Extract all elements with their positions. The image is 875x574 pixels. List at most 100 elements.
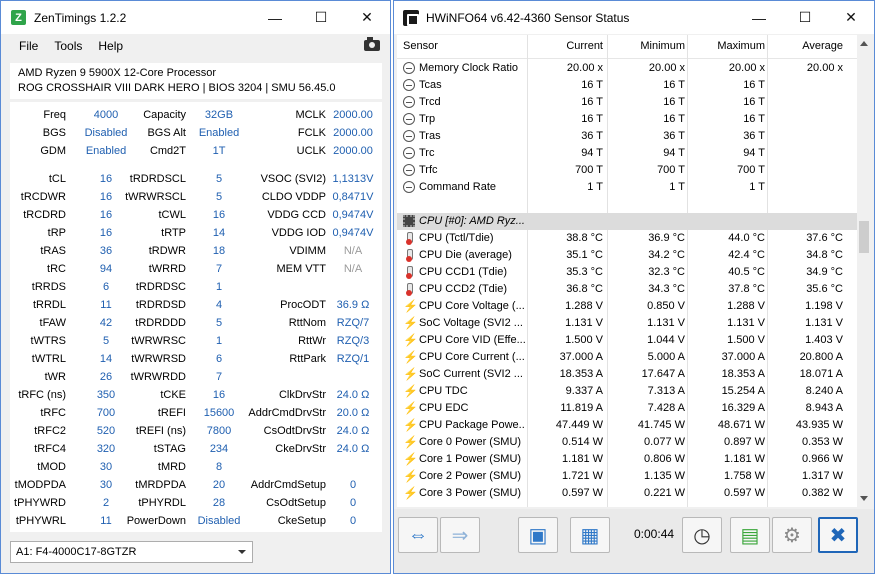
table-row[interactable]: ⚡ SoC Current (SVI2 ... 18.353 A 17.647 A 18… — [397, 366, 857, 383]
sensor-max: 16 T — [743, 79, 765, 91]
collapse-arrows-icon[interactable]: ⇒ — [440, 517, 480, 553]
sensor-name: SoC Current (SVI2 ... — [419, 368, 523, 380]
table-row[interactable]: ⚡ Core 2 Power (SMU) 1.721 W 1.135 W 1.758 W… — [397, 468, 857, 485]
table-row[interactable]: ⚡ CPU EDC 11.819 A 7.428 A 16.329 A 8.943 A — [397, 400, 857, 417]
col-average[interactable]: Average — [769, 40, 843, 52]
table-row[interactable]: Trp 16 T 16 T 16 T — [397, 111, 857, 128]
sensor-name: Trp — [419, 113, 436, 125]
timing-value: 2000.00 — [333, 145, 373, 157]
close-icon[interactable]: ✕ — [344, 1, 390, 34]
zentimings-titlebar[interactable]: Z ZenTimings 1.2.2 — ☐ ✕ — [1, 1, 390, 34]
col-current[interactable]: Current — [529, 40, 603, 52]
timing-label: tRRDL — [32, 299, 66, 311]
monitor-icon[interactable]: ▣ — [518, 517, 558, 553]
menu-file[interactable]: File — [11, 39, 46, 53]
vertical-scrollbar[interactable] — [857, 35, 871, 507]
menu-tools[interactable]: Tools — [46, 39, 90, 53]
sensor-name: Memory Clock Ratio — [419, 62, 519, 74]
network-icon[interactable]: ▦ — [570, 517, 610, 553]
table-row[interactable]: CPU (Tctl/Tdie) 38.8 °C 36.9 °C 44.0 °C 37.6… — [397, 230, 857, 247]
table-row[interactable]: ⚡ CPU Package Powe... 47.449 W 41.745 W 48.6… — [397, 417, 857, 434]
clock-icon[interactable]: ◷ — [682, 517, 722, 553]
expand-arrows-icon[interactable]: ⇔ — [398, 517, 438, 553]
table-row[interactable]: Tcas 16 T 16 T 16 T — [397, 77, 857, 94]
timing-label: tPHYWRD — [14, 497, 66, 509]
maximize-icon[interactable]: ☐ — [298, 1, 344, 34]
sensor-table: Sensor Current Minimum Maximum Average M… — [397, 35, 857, 507]
hwinfo-titlebar[interactable]: HWiNFO64 v6.42-4360 Sensor Status — ☐ ✕ — [394, 1, 874, 34]
table-row[interactable]: Trc 94 T 94 T 94 T — [397, 145, 857, 162]
lightning-bolt-icon: ⚡ — [403, 333, 418, 347]
timing-value: RZQ/3 — [336, 335, 370, 347]
maximize-icon[interactable]: ☐ — [782, 1, 828, 34]
table-row[interactable]: ⚡ CPU TDC 9.337 A 7.313 A 15.254 A 8.240 A — [397, 383, 857, 400]
sensor-name: CPU [#0]: AMD Ryz... — [419, 215, 525, 227]
timing-value: 0,9474V — [332, 209, 374, 221]
timing-label: CsOdtSetup — [266, 497, 326, 509]
window-title: HWiNFO64 v6.42-4360 Sensor Status — [426, 10, 630, 25]
close-icon[interactable]: ✕ — [828, 1, 874, 34]
minimize-icon[interactable]: — — [252, 1, 298, 34]
minimize-icon[interactable]: — — [736, 1, 782, 34]
timing-label: AddrCmdSetup — [250, 479, 326, 491]
timing-label: tMOD — [37, 461, 66, 473]
report-icon[interactable]: ▤ — [730, 517, 770, 553]
table-row[interactable]: ⚡ SoC Voltage (SVI2 ... 1.131 V 1.131 V 1.13… — [397, 315, 857, 332]
table-row[interactable] — [397, 196, 857, 213]
sensor-cur: 35.3 °C — [566, 266, 603, 278]
sensor-max: 40.5 °C — [728, 266, 765, 278]
scroll-thumb[interactable] — [859, 221, 869, 253]
timing-label: CLDO VDDP — [261, 191, 326, 203]
sensor-max: 42.4 °C — [728, 249, 765, 261]
table-row[interactable]: Trfc 700 T 700 T 700 T — [397, 162, 857, 179]
sensor-group-header[interactable]: CPU [#0]: AMD Ryz... — [397, 213, 857, 230]
sensor-name: Trcd — [419, 96, 441, 108]
table-row[interactable]: ⚡ Core 1 Power (SMU) 1.181 W 0.806 W 1.181 W… — [397, 451, 857, 468]
table-row[interactable]: CPU CCD2 (Tdie) 36.8 °C 34.3 °C 37.8 °C 35.6… — [397, 281, 857, 298]
timing-value: 20.0 Ω — [336, 407, 370, 419]
sensor-max: 94 T — [743, 147, 765, 159]
col-sensor[interactable]: Sensor — [403, 40, 438, 52]
timing-label: MCLK — [295, 109, 326, 121]
close-icon[interactable]: ✖ — [818, 517, 858, 553]
scroll-down-icon[interactable] — [860, 496, 868, 501]
table-row[interactable]: ⚡ CPU Core VID (Effe... 1.500 V 1.044 V 1.50… — [397, 332, 857, 349]
sensor-avg: 43.935 W — [795, 419, 843, 431]
table-header: Sensor Current Minimum Maximum Average — [397, 35, 857, 59]
timing-label: Freq — [43, 109, 66, 121]
sensor-name: CPU TDC — [419, 385, 468, 397]
camera-icon[interactable] — [364, 37, 380, 51]
table-row[interactable]: ⚡ Core 3 Power (SMU) 0.597 W 0.221 W 0.597 W… — [397, 485, 857, 502]
memory-module-select[interactable]: A1: F4-4000C17-8GTZR — [10, 541, 253, 563]
timing-label: VDDG CCD — [267, 209, 326, 221]
table-row[interactable]: CPU Die (average) 35.1 °C 34.2 °C 42.4 °C 34… — [397, 247, 857, 264]
sensor-max: 16.329 A — [721, 402, 765, 414]
timing-label: CsOdtDrvStr — [263, 425, 326, 437]
sensor-min: 7.313 A — [647, 385, 685, 397]
sensor-name: CPU Core VID (Effe... — [419, 334, 525, 346]
table-row[interactable]: ⚡ CPU Core Voltage (... 1.288 V 0.850 V 1.28… — [397, 298, 857, 315]
sensor-min: 34.2 °C — [648, 249, 685, 261]
settings-icon[interactable]: ⚙ — [772, 517, 812, 553]
thermometer-icon — [403, 232, 415, 245]
table-row[interactable]: Trcd 16 T 16 T 16 T — [397, 94, 857, 111]
hwinfo-toolbar: ⇔ ⇒ ▣ ▦ 0:00:44 ◷ ▤ ⚙ ✖ — [394, 509, 874, 573]
scroll-up-icon[interactable] — [860, 41, 868, 46]
table-row[interactable]: Command Rate 1 T 1 T 1 T — [397, 179, 857, 196]
table-row[interactable]: ⚡ Core 0 Power (SMU) 0.514 W 0.077 W 0.897 W… — [397, 434, 857, 451]
timing-value: N/A — [343, 263, 363, 275]
sensor-avg: 8.943 A — [805, 402, 843, 414]
col-minimum[interactable]: Minimum — [609, 40, 685, 52]
sensor-avg: 1.131 V — [805, 317, 843, 329]
table-row[interactable]: ⚡ CPU Core Current (... 37.000 A 5.000 A 37.… — [397, 349, 857, 366]
table-row[interactable]: Memory Clock Ratio 20.00 x 20.00 x 20.00 x 2… — [397, 60, 857, 77]
table-row[interactable]: CPU CCD1 (Tdie) 35.3 °C 32.3 °C 40.5 °C 34.9… — [397, 264, 857, 281]
col-maximum[interactable]: Maximum — [689, 40, 765, 52]
sensor-name: CPU EDC — [419, 402, 469, 414]
timing-label: tRDRDSD — [135, 299, 186, 311]
menu-help[interactable]: Help — [90, 39, 131, 53]
elapsed-timer: 0:00:44 — [634, 527, 675, 541]
sensor-cur: 38.8 °C — [566, 232, 603, 244]
table-row[interactable]: Tras 36 T 36 T 36 T — [397, 128, 857, 145]
sensor-cur: 36 T — [581, 130, 603, 142]
